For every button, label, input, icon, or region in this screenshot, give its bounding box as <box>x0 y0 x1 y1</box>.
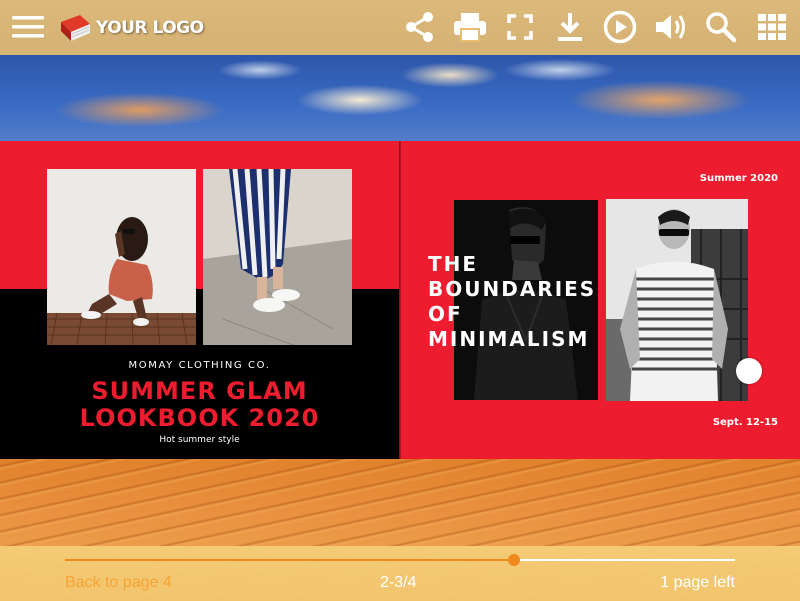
share-icon[interactable] <box>400 8 440 46</box>
back-to-page-link[interactable]: Back to page 4 <box>65 574 172 592</box>
brand-logo[interactable]: YOUR LOGO <box>58 12 204 44</box>
book-page-left[interactable]: MOMAY CLOTHING CO. SUMMER GLAM LOOKBOOK … <box>0 141 399 459</box>
volume-icon[interactable] <box>651 8 691 46</box>
page-indicator: 2-3/4 <box>380 574 417 591</box>
logo-text: YOUR LOGO <box>96 18 204 38</box>
download-icon[interactable] <box>550 8 590 46</box>
top-toolbar: YOUR LOGO <box>0 0 800 55</box>
photo-striped-pants <box>203 169 352 345</box>
search-icon[interactable] <box>701 8 741 46</box>
menu-icon[interactable] <box>8 8 48 46</box>
headline-line4: MINIMALISM <box>428 327 590 351</box>
headline-line2: BOUNDARIES <box>428 277 597 301</box>
headline-line1: THE <box>428 252 479 276</box>
season-label: Summer 2020 <box>699 173 778 184</box>
play-icon[interactable] <box>600 8 640 46</box>
progress-fill <box>65 559 514 561</box>
photo-woman-sitting <box>47 169 196 345</box>
bottom-navigation-bar: Back to page 4 2-3/4 1 page left <box>0 546 800 601</box>
print-icon[interactable] <box>450 8 490 46</box>
lookbook-title-line2: LOOKBOOK 2020 <box>79 404 320 432</box>
grid-icon[interactable] <box>752 8 792 46</box>
tagline: Hot summer style <box>159 435 240 445</box>
progress-thumb[interactable] <box>507 554 520 566</box>
book-logo-icon <box>61 15 90 41</box>
book-page-right[interactable]: Summer 2020 THE BOUNDARIES OF MINIMALISM <box>401 141 800 459</box>
page-progress-slider[interactable] <box>65 554 735 566</box>
fullscreen-icon[interactable] <box>500 8 540 46</box>
page-curl-handle[interactable] <box>736 358 762 384</box>
photo-man-striped-shirt <box>606 199 748 401</box>
lookbook-title-line1: SUMMER GLAM <box>91 377 308 405</box>
brand-name: MOMAY CLOTHING CO. <box>128 360 271 371</box>
event-dates: Sept. 12-15 <box>712 417 778 428</box>
headline-line3: OF <box>428 302 463 326</box>
pages-left-label: 1 page left <box>660 574 735 591</box>
